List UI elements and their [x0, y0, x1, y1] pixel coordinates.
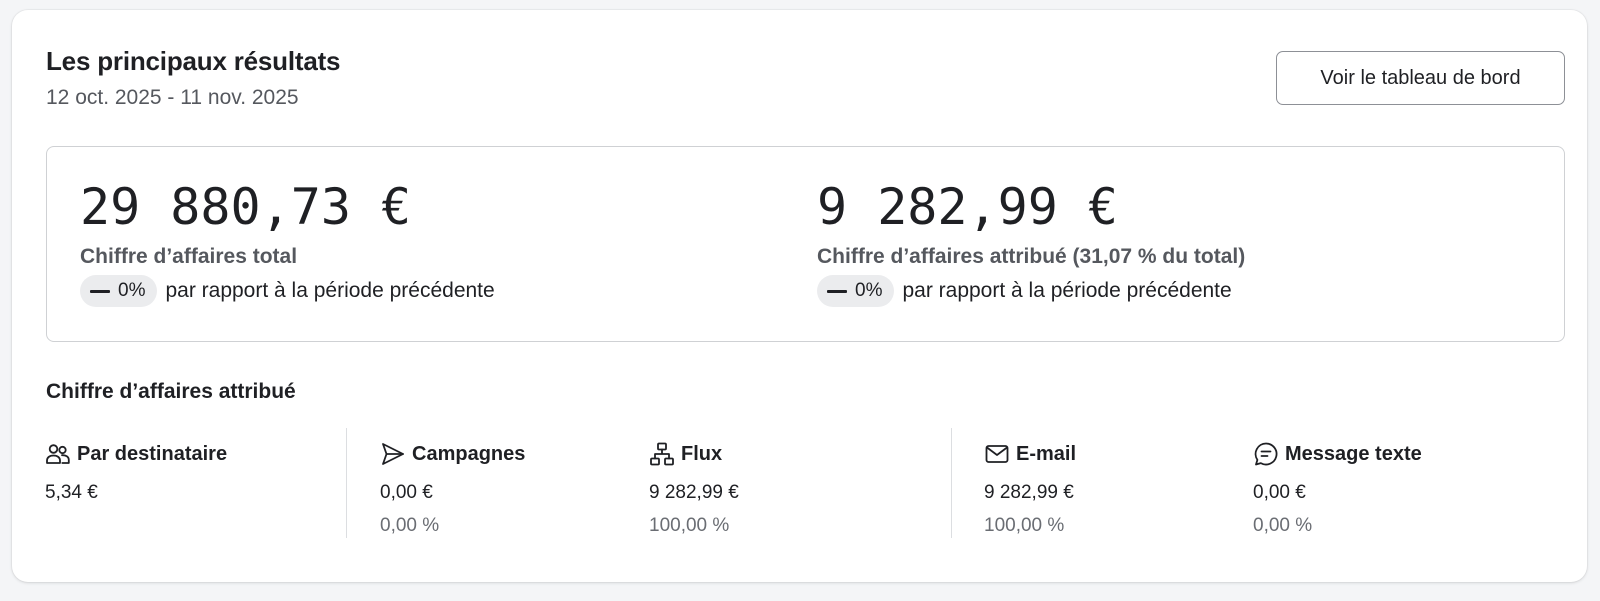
stat-flows: Flux 9 282,99 € 100,00 %: [649, 440, 739, 537]
divider: [951, 428, 952, 538]
stat-percent: 100,00 %: [984, 515, 1065, 536]
flow-icon: [650, 442, 674, 466]
message-icon: [1254, 442, 1278, 466]
stat-value: 0,00 €: [380, 482, 433, 503]
divider: [346, 428, 347, 538]
users-icon: [46, 444, 70, 464]
stat-label: Flux: [681, 442, 723, 465]
stat-value: 5,34 €: [45, 482, 98, 503]
kpi-label: Chiffre d’affaires total: [80, 245, 298, 268]
kpi-value: 29 880,73 €: [80, 178, 412, 236]
kpi-label: Chiffre d’affaires attribué (31,07 % du …: [817, 245, 1246, 268]
comparison-text: par rapport à la période précédente: [165, 279, 495, 302]
view-dashboard-button[interactable]: Voir le tableau de bord: [1276, 51, 1565, 105]
send-icon: [382, 443, 404, 465]
date-range: 12 oct. 2025 - 11 nov. 2025: [46, 86, 299, 109]
change-badge: 0%: [817, 275, 895, 307]
no-change-icon: [90, 289, 110, 293]
top-results-card: Les principaux résultats 12 oct. 2025 - …: [12, 10, 1587, 582]
stat-sms: Message texte 0,00 € 0,00 %: [1253, 440, 1422, 537]
stat-per-recipient: Par destinataire 5,34 €: [45, 440, 228, 504]
no-change-icon: [827, 289, 847, 293]
change-badge: 0%: [80, 275, 158, 307]
card-title: Les principaux résultats: [46, 46, 341, 76]
stat-value: 9 282,99 €: [649, 482, 739, 503]
stat-percent: 100,00 %: [649, 515, 730, 536]
attributed-section-title: Chiffre d’affaires attribué: [46, 380, 296, 403]
stat-campaigns: Campagnes 0,00 € 0,00 %: [380, 440, 526, 537]
stat-label: E-mail: [1016, 442, 1077, 465]
stat-percent: 0,00 %: [1253, 515, 1313, 536]
kpi-value: 9 282,99 €: [817, 178, 1119, 236]
comparison-text: par rapport à la période précédente: [902, 279, 1232, 302]
kpi-panel: 29 880,73 € Chiffre d’affaires total 0% …: [46, 146, 1565, 342]
stat-value: 9 282,99 €: [984, 482, 1074, 503]
change-value: 0%: [855, 280, 883, 301]
kpi-comparison: 0% par rapport à la période précédente: [817, 275, 1232, 307]
stat-label: Par destinataire: [77, 442, 228, 465]
stat-label: Message texte: [1285, 442, 1422, 465]
stat-email: E-mail 9 282,99 € 100,00 %: [984, 440, 1077, 537]
kpi-comparison: 0% par rapport à la période précédente: [80, 275, 495, 307]
mail-icon: [985, 445, 1009, 463]
change-value: 0%: [118, 280, 146, 301]
stat-value: 0,00 €: [1253, 482, 1306, 503]
stat-label: Campagnes: [412, 442, 526, 465]
stat-percent: 0,00 %: [380, 515, 440, 536]
